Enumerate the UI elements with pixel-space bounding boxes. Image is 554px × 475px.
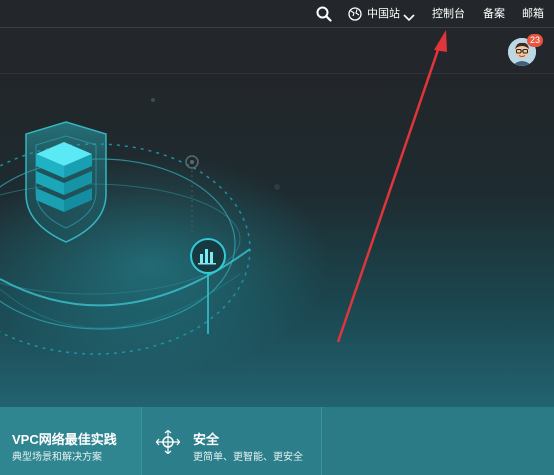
card-title: VPC网络最佳实践 (12, 432, 117, 447)
database-icon (36, 142, 92, 212)
feature-cards: VPC网络最佳实践 典型场景和解决方案 安全 更简单、更智能、更安全 (0, 407, 554, 475)
secondary-header (0, 28, 554, 74)
chevron-down-icon[interactable] (403, 9, 415, 27)
network-hub-icon (155, 429, 181, 459)
globe-icon[interactable] (348, 7, 362, 26)
card-title: 安全 (193, 432, 220, 447)
hero-banner (0, 74, 554, 407)
top-navigation-bar: 中国站 控制台 备案 邮箱 (0, 0, 554, 28)
card-subtitle: 典型场景和解决方案 (12, 452, 102, 463)
card-empty (322, 407, 554, 475)
region-selector[interactable]: 中国站 (367, 0, 400, 28)
card-vpc-best-practice[interactable]: VPC网络最佳实践 典型场景和解决方案 (0, 407, 142, 475)
hero-illustration (0, 74, 432, 374)
console-link[interactable]: 控制台 (432, 0, 465, 28)
annotation-arrow (336, 74, 432, 343)
search-icon[interactable] (316, 6, 332, 27)
beian-link[interactable]: 备案 (483, 0, 505, 28)
card-subtitle: 更简单、更智能、更安全 (193, 452, 303, 463)
shield-icon (25, 121, 107, 243)
mail-link[interactable]: 邮箱 (522, 0, 544, 28)
notification-badge[interactable]: 23 (527, 34, 543, 47)
card-security[interactable]: 安全 更简单、更智能、更安全 (142, 407, 322, 475)
